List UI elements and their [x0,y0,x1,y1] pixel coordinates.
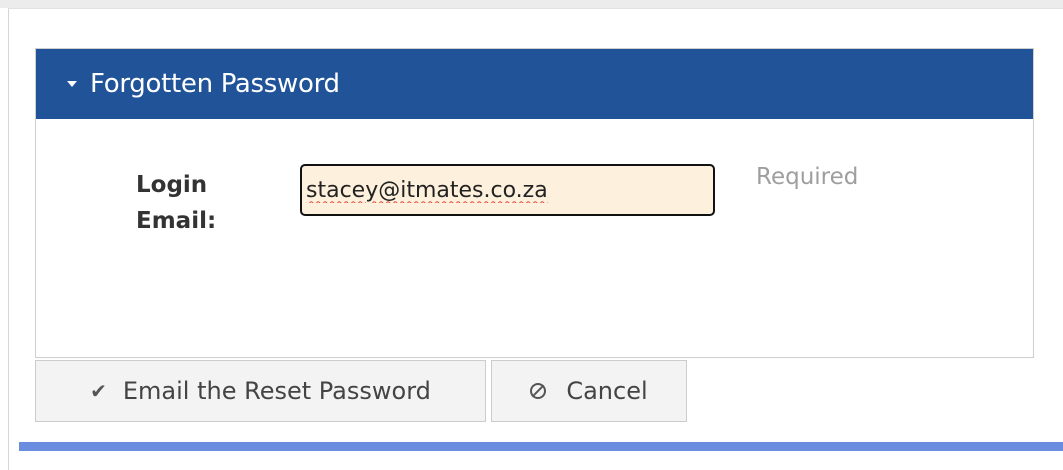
login-email-label-line2: Email: [136,208,217,234]
cancel-circle-icon [530,383,547,399]
cancel-label: Cancel [566,377,648,405]
panel-header[interactable]: Forgotten Password [36,49,1033,119]
login-email-label-line1: Login [136,172,208,198]
cancel-button[interactable]: Cancel [491,360,687,422]
email-reset-password-label: Email the Reset Password [122,377,431,405]
top-strip [0,0,1063,8]
email-reset-password-button[interactable]: ✔ Email the Reset Password [35,360,486,422]
login-email-input[interactable] [300,164,715,216]
bottom-accent-bar [19,442,1063,451]
panel-title: Forgotten Password [90,69,340,99]
caret-down-icon[interactable] [67,81,77,87]
check-icon: ✔ [90,379,107,403]
required-hint: Required [756,164,859,190]
forgotten-password-panel: Forgotten Password Login Email: Required [35,48,1034,358]
login-email-label: Login Email: [136,167,216,239]
